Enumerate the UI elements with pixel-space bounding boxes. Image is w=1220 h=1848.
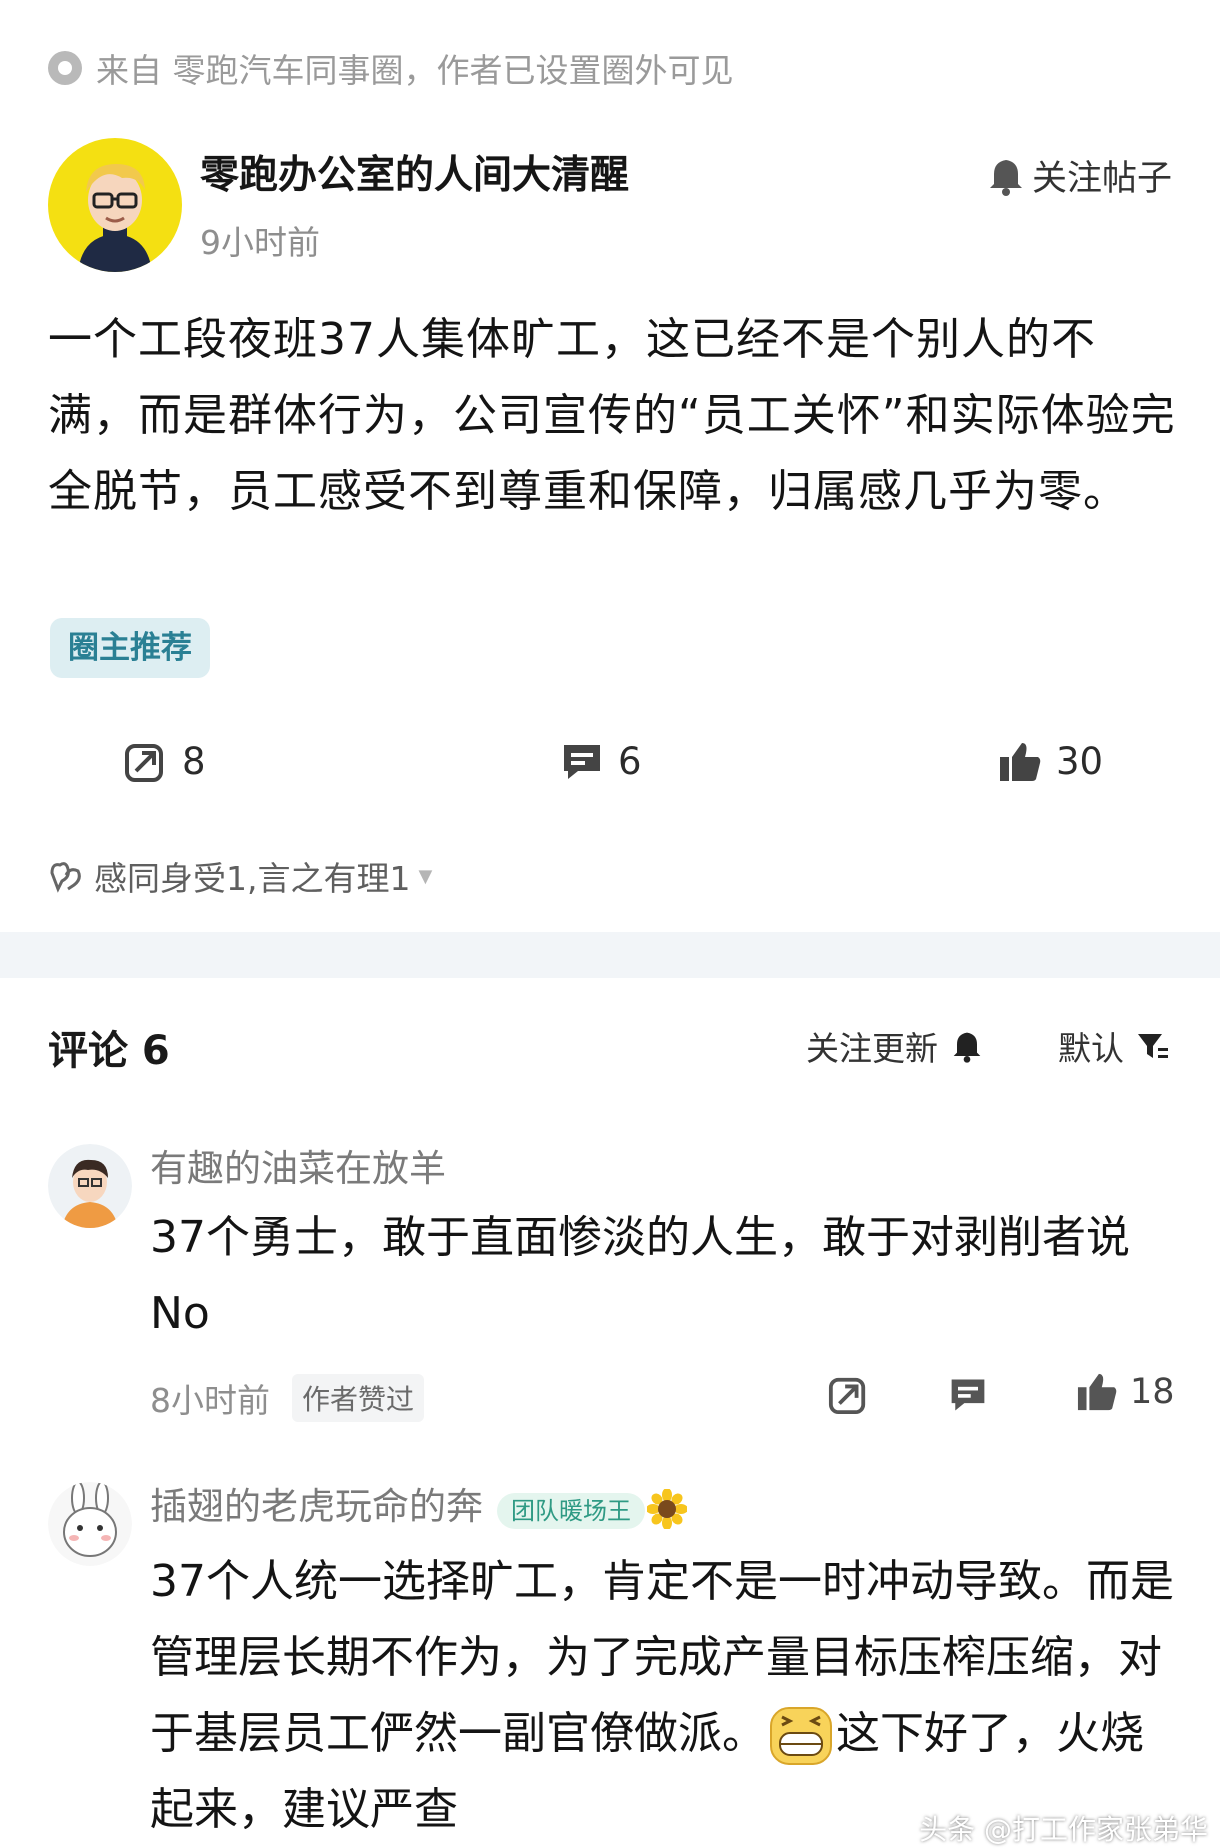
commenter-avatar[interactable] <box>48 1482 132 1566</box>
comment-icon <box>951 1379 985 1411</box>
source-line: 来自 零跑汽车同事圈，作者已设置圈外可见 <box>48 44 734 92</box>
comment-meta: 8小时前 作者赞过 <box>150 1374 425 1422</box>
thumbs-up-icon <box>1077 1373 1117 1411</box>
share-icon <box>125 743 163 782</box>
post-body: 一个工段夜班37人集体旷工，这已经不是个别人的不满，而是群体行为，公司宣传的“员… <box>48 314 1176 517</box>
comment-reply-button[interactable] <box>948 1375 988 1415</box>
thumbs-up-icon <box>1000 742 1041 781</box>
like-count: 30 <box>1056 740 1104 783</box>
commenter-name[interactable]: 有趣的油菜在放羊 <box>150 1138 446 1192</box>
reactions-text: 感同身受1,言之有理1 <box>94 859 411 898</box>
comment-text: 37个勇士，敢于直面惨淡的人生，敢于对剥削者说No <box>150 1212 1130 1339</box>
follow-updates-label: 关注更新 <box>806 1029 938 1068</box>
reaction-icon <box>50 862 81 893</box>
source-text: 来自 零跑汽车同事圈，作者已设置圈外可见 <box>96 51 734 90</box>
author-name[interactable]: 零跑办公室的人间大清醒 <box>200 144 629 200</box>
circle-dot-icon <box>48 51 82 85</box>
user-badge: 团队暖场王 <box>497 1493 645 1529</box>
share-count: 8 <box>182 740 206 783</box>
comment-text: 37个人统一选择旷工，肯定不是一时冲动导致。而是管理层长期不作为，为了完成产量目… <box>150 1544 1180 1848</box>
commenter-name[interactable]: 插翅的老虎玩命的奔 <box>150 1485 483 1528</box>
commenter-name-row: 插翅的老虎玩命的奔 团队暖场王 <box>150 1476 687 1530</box>
comment-like-button[interactable]: 18 <box>1076 1372 1175 1412</box>
follow-updates-button[interactable]: 关注更新 <box>806 1022 982 1070</box>
tag-recommended[interactable]: 圈主推荐 <box>50 618 210 678</box>
reactions-summary[interactable]: 感同身受1,言之有理1 ▼ <box>48 852 432 900</box>
follow-post-button[interactable]: 关注帖子 <box>988 150 1172 201</box>
follow-post-label: 关注帖子 <box>1031 159 1172 199</box>
bell-icon <box>989 159 1022 196</box>
comment-action[interactable]: 6 <box>560 740 642 783</box>
author-avatar[interactable] <box>48 138 182 272</box>
comments-title: 评论 6 <box>48 1028 170 1074</box>
section-divider <box>0 932 1220 978</box>
share-icon <box>828 1377 866 1415</box>
sunflower-icon <box>647 1488 687 1529</box>
share-action[interactable]: 8 <box>124 740 206 783</box>
comment-count: 6 <box>618 740 642 783</box>
author-liked-tag: 作者赞过 <box>292 1374 425 1422</box>
comment-time: 8小时前 <box>150 1381 270 1420</box>
sort-button[interactable]: 默认 <box>1058 1022 1170 1070</box>
comment-share-button[interactable] <box>828 1375 868 1415</box>
sort-label: 默认 <box>1058 1029 1124 1068</box>
comment-icon <box>564 744 600 779</box>
commenter-avatar[interactable] <box>48 1144 132 1228</box>
comment-like-count: 18 <box>1130 1372 1175 1412</box>
filter-icon <box>1138 1034 1168 1058</box>
watermark: 头条 @打工作家张弟华 <box>919 1813 1208 1846</box>
post-time: 9小时前 <box>200 223 320 262</box>
like-action[interactable]: 30 <box>998 740 1103 783</box>
grin-emoji-icon <box>768 1705 834 1767</box>
bell-icon <box>953 1032 981 1063</box>
chevron-down-icon: ▼ <box>418 865 433 887</box>
